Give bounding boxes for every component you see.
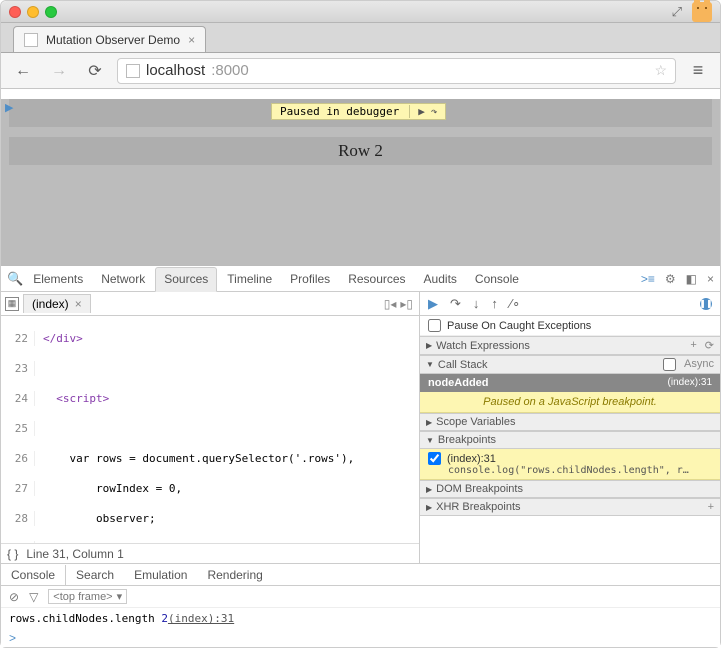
page-viewport: ▶ Paused in debugger ▶ ↷ Row 1 Row 2 xyxy=(1,99,720,275)
tab-resources[interactable]: Resources xyxy=(340,268,413,290)
browser-toolbar: ← → ⟳ localhost :8000 ☆ ≡ xyxy=(1,53,720,89)
resume-icon[interactable]: ▶ xyxy=(5,101,13,114)
inspect-icon[interactable]: 🔍 xyxy=(7,271,23,287)
tab-title: Mutation Observer Demo xyxy=(46,33,180,47)
debugger-sidebar: ▶ ↷ ↓ ↑ ⁄∘ ❚❚ Pause On Caught Exceptions… xyxy=(420,292,720,563)
devtools-tabbar: 🔍 Elements Network Sources Timeline Prof… xyxy=(1,266,720,292)
breakpoint-checkbox[interactable] xyxy=(428,452,441,465)
reload-button[interactable]: ⟳ xyxy=(81,57,109,85)
drawer-tab-emulation[interactable]: Emulation xyxy=(124,565,197,585)
tab-audits[interactable]: Audits xyxy=(416,268,465,290)
close-tab-icon[interactable]: × xyxy=(188,33,195,47)
tab-console[interactable]: Console xyxy=(467,268,527,290)
source-file-tab[interactable]: (index) × xyxy=(23,294,91,313)
step-out-button[interactable]: ↑ xyxy=(491,296,498,311)
back-button[interactable]: ← xyxy=(9,57,37,85)
async-checkbox[interactable] xyxy=(663,358,676,371)
callstack-frame[interactable]: nodeAdded (index):31 xyxy=(420,374,720,392)
sources-panel: ▦ (index) × ▯◂ ▸▯ 22</div> 23 24 <script… xyxy=(1,292,420,563)
drawer-tab-rendering[interactable]: Rendering xyxy=(197,565,272,585)
format-icon[interactable]: { } xyxy=(7,547,18,561)
step-into-button[interactable]: ↓ xyxy=(473,296,480,311)
omnibox[interactable]: localhost :8000 ☆ xyxy=(117,58,676,84)
history-fwd-icon[interactable]: ▸▯ xyxy=(400,297,413,311)
resume-button[interactable]: ▶ xyxy=(418,105,425,118)
callstack-section[interactable]: ▼ Call Stack Async xyxy=(420,355,720,374)
url-host: localhost xyxy=(146,62,205,79)
chevron-right-icon: ▶ xyxy=(426,341,432,350)
console-message: rows.childNodes.length 2 xyxy=(9,612,168,625)
dock-icon[interactable]: ◧ xyxy=(686,272,697,286)
tab-profiles[interactable]: Profiles xyxy=(282,268,338,290)
add-icon[interactable]: + xyxy=(690,339,696,352)
deactivate-breakpoints-button[interactable]: ⁄∘ xyxy=(510,296,520,312)
resume-button[interactable]: ▶ xyxy=(428,296,438,312)
close-icon[interactable]: × xyxy=(75,297,82,311)
tab-sources[interactable]: Sources xyxy=(155,267,217,292)
window-titlebar: ⤢ xyxy=(1,1,720,23)
tab-timeline[interactable]: Timeline xyxy=(219,268,280,290)
navigator-icon[interactable]: ▦ xyxy=(5,297,19,311)
pause-reason: Paused on a JavaScript breakpoint. xyxy=(420,392,720,413)
source-file-name: (index) xyxy=(32,297,69,311)
add-icon[interactable]: + xyxy=(708,501,714,513)
debugger-toolbar: ▶ ↷ ↓ ↑ ⁄∘ ❚❚ xyxy=(420,292,720,316)
tab-elements[interactable]: Elements xyxy=(25,268,91,290)
devtools: 🔍 Elements Network Sources Timeline Prof… xyxy=(1,265,720,647)
dom-breakpoints-section[interactable]: ▶DOM Breakpoints xyxy=(420,480,720,498)
breakpoints-section[interactable]: ▼Breakpoints xyxy=(420,431,720,449)
paused-badge: Paused in debugger ▶ ↷ xyxy=(271,103,446,120)
zoom-window-button[interactable] xyxy=(45,6,57,18)
close-devtools-icon[interactable]: × xyxy=(707,272,714,286)
pause-exceptions-button[interactable]: ❚❚ xyxy=(700,298,712,310)
frame-selector[interactable]: <top frame>▾ xyxy=(48,589,127,604)
close-window-button[interactable] xyxy=(9,6,21,18)
minimize-window-button[interactable] xyxy=(27,6,39,18)
status-bar: { } Line 31, Column 1 xyxy=(1,543,419,563)
refresh-icon[interactable]: ⟳ xyxy=(705,339,714,352)
expand-icon[interactable]: ⤢ xyxy=(672,4,682,20)
watch-section[interactable]: ▶ Watch Expressions +⟳ xyxy=(420,336,720,355)
scope-section[interactable]: ▶Scope Variables xyxy=(420,413,720,431)
drawer-tab-search[interactable]: Search xyxy=(66,565,124,585)
console-prompt[interactable]: > xyxy=(1,629,720,647)
tab-network[interactable]: Network xyxy=(93,268,153,290)
step-over-button[interactable]: ↷ xyxy=(431,105,438,118)
scritch-icon xyxy=(692,2,712,22)
chevron-down-icon: ▼ xyxy=(426,360,434,369)
cursor-position: Line 31, Column 1 xyxy=(26,547,123,561)
pause-caught-option[interactable]: Pause On Caught Exceptions xyxy=(420,316,720,336)
settings-icon[interactable]: ⚙ xyxy=(665,272,676,286)
browser-tab[interactable]: Mutation Observer Demo × xyxy=(13,26,206,52)
forward-button[interactable]: → xyxy=(45,57,73,85)
xhr-breakpoints-section[interactable]: ▶XHR Breakpoints+ xyxy=(420,498,720,516)
filter-icon[interactable]: ▽ xyxy=(29,590,38,604)
bookmark-icon[interactable]: ☆ xyxy=(654,62,667,79)
history-back-icon[interactable]: ▯◂ xyxy=(384,297,397,311)
browser-tabbar: Mutation Observer Demo × xyxy=(1,23,720,53)
paused-text: Paused in debugger xyxy=(280,105,399,118)
menu-button[interactable]: ≡ xyxy=(684,57,712,85)
step-over-button[interactable]: ↷ xyxy=(450,296,461,312)
pause-caught-checkbox[interactable] xyxy=(428,319,441,332)
content-row: Row 2 xyxy=(9,137,712,165)
clear-console-icon[interactable]: ⊘ xyxy=(9,590,19,604)
breakpoint-item[interactable]: (index):31 console.log("rows.childNodes.… xyxy=(420,449,720,480)
page-icon xyxy=(126,64,140,78)
url-port: :8000 xyxy=(211,62,249,79)
drawer-tab-console[interactable]: Console xyxy=(1,565,66,585)
console-output: rows.childNodes.length 2 (index):31 xyxy=(1,608,720,629)
toggle-drawer-icon[interactable]: >≡ xyxy=(641,272,655,286)
console-source-link[interactable]: (index):31 xyxy=(168,612,712,625)
drawer: Console Search Emulation Rendering ⊘ ▽ <… xyxy=(1,563,720,647)
page-icon xyxy=(24,33,38,47)
code-editor[interactable]: 22</div> 23 24 <script> 25 26 var rows =… xyxy=(1,316,419,543)
